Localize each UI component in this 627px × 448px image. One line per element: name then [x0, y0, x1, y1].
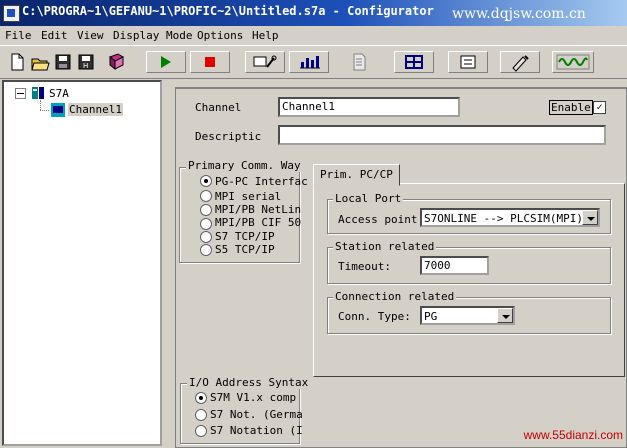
run-icon: [161, 56, 171, 68]
access-point-label: Access point:: [338, 213, 425, 226]
menu-edit[interactable]: Edit: [41, 29, 68, 42]
radio-s7-tcpip[interactable]: [200, 231, 212, 243]
radio-s5-tcpip-label: S5 TCP/IP: [215, 243, 275, 256]
radio-mpi-cif50-label: MPI/PB CIF 50: [215, 216, 302, 229]
io-address-title: I/O Address Syntax: [187, 376, 311, 389]
stop-button[interactable]: [190, 51, 230, 73]
waveform-icon: [556, 54, 590, 70]
menu-file[interactable]: File: [5, 29, 32, 42]
radio-s7-german-label: S7 Not. (Germa: [210, 408, 303, 421]
timeout-input[interactable]: 7000: [420, 256, 489, 275]
open-folder-icon[interactable]: [30, 51, 50, 73]
document-icon[interactable]: [349, 51, 369, 73]
network-icon: [405, 55, 423, 69]
channel-icon: [51, 103, 65, 117]
tree-view[interactable]: S7A Channel1: [2, 80, 162, 446]
menu-view[interactable]: View: [77, 29, 104, 42]
connection-title: Connection related: [333, 290, 457, 303]
collapse-toggle[interactable]: [15, 88, 26, 99]
radio-s7m-label: S7M V1.x comp: [210, 391, 297, 404]
primary-comm-title: Primary Comm. Way: [186, 159, 303, 172]
window-title: C:\PROGRA~1\GEFANU~1\PROFIC~2\Untitled.s…: [22, 4, 434, 18]
channel-label: Channel: [195, 101, 242, 114]
menu-bar: File Edit View Display Mode Options Help: [0, 26, 627, 44]
waveform-button[interactable]: [552, 51, 594, 73]
save-all-icon[interactable]: H: [76, 51, 96, 73]
edit-tool-icon: [512, 55, 529, 72]
bar-chart-button[interactable]: [289, 51, 329, 73]
watermark-top: www.dqjsw.com.cn: [452, 6, 586, 22]
local-port-title: Local Port: [333, 192, 404, 205]
radio-mpi-serial-label: MPI serial: [215, 190, 282, 203]
radio-pg-pc-label: PG-PC Interfac: [215, 175, 308, 188]
tree-root-label[interactable]: S7A: [49, 87, 69, 100]
tab-prim-pc-cp[interactable]: Prim. PC/CP: [313, 164, 400, 186]
description-label: Descriptic: [195, 130, 262, 143]
radio-s7-tcpip-label: S7 TCP/IP: [215, 230, 275, 243]
save-icon[interactable]: [53, 51, 73, 73]
radio-pg-pc[interactable]: [200, 175, 212, 187]
watermark-bottom: www.55dianzi.com: [523, 428, 623, 442]
menu-help[interactable]: Help: [252, 29, 279, 42]
new-file-icon[interactable]: [7, 51, 27, 73]
radio-s7-german[interactable]: [195, 409, 207, 421]
properties-button[interactable]: [448, 51, 488, 73]
chevron-down-icon[interactable]: [582, 210, 598, 225]
station-title: Station related: [333, 240, 437, 253]
radio-s5-tcpip[interactable]: [200, 244, 212, 256]
conn-type-value: PG: [424, 310, 438, 323]
enable-label: Enable: [549, 100, 593, 115]
plc-icon: [32, 87, 44, 99]
settings-tools-icon: [253, 55, 277, 68]
radio-mpi-netlink-label: MPI/PB NetLin: [215, 203, 302, 216]
access-point-value: S7ONLINE --> PLCSIM(MPI): [424, 212, 583, 225]
channel-input[interactable]: Channel1: [278, 97, 460, 117]
conn-type-combo[interactable]: PG: [420, 306, 515, 325]
radio-s7-intl[interactable]: [195, 425, 207, 437]
settings-tools-button[interactable]: [245, 51, 285, 73]
chevron-down-icon[interactable]: [497, 308, 513, 323]
description-input[interactable]: [278, 125, 606, 145]
app-icon: [3, 5, 20, 22]
radio-mpi-cif50[interactable]: [200, 218, 212, 230]
book-icon[interactable]: [106, 51, 126, 73]
enable-checkbox[interactable]: ✓: [593, 101, 606, 114]
access-point-combo[interactable]: S7ONLINE --> PLCSIM(MPI): [420, 208, 600, 227]
tree-child-label[interactable]: Channel1: [68, 103, 123, 116]
run-button[interactable]: [146, 51, 186, 73]
timeout-label: Timeout:: [338, 260, 391, 273]
properties-icon: [460, 55, 476, 69]
menu-options[interactable]: Options: [197, 29, 243, 42]
bar-chart-icon: [300, 56, 320, 69]
radio-s7-intl-label: S7 Notation (I: [210, 424, 303, 437]
title-bar: C:\PROGRA~1\GEFANU~1\PROFIC~2\Untitled.s…: [0, 0, 627, 26]
radio-mpi-netlink[interactable]: [200, 204, 212, 216]
toolbar: H: [0, 45, 627, 79]
network-button[interactable]: [394, 51, 434, 73]
menu-display-mode[interactable]: Display Mode: [113, 29, 192, 42]
svg-text:H: H: [83, 62, 88, 70]
stop-icon: [205, 57, 215, 67]
edit-tool-button[interactable]: [500, 51, 540, 73]
radio-mpi-serial[interactable]: [200, 190, 212, 202]
radio-s7m[interactable]: [195, 392, 207, 404]
conn-type-label: Conn. Type:: [338, 310, 411, 323]
